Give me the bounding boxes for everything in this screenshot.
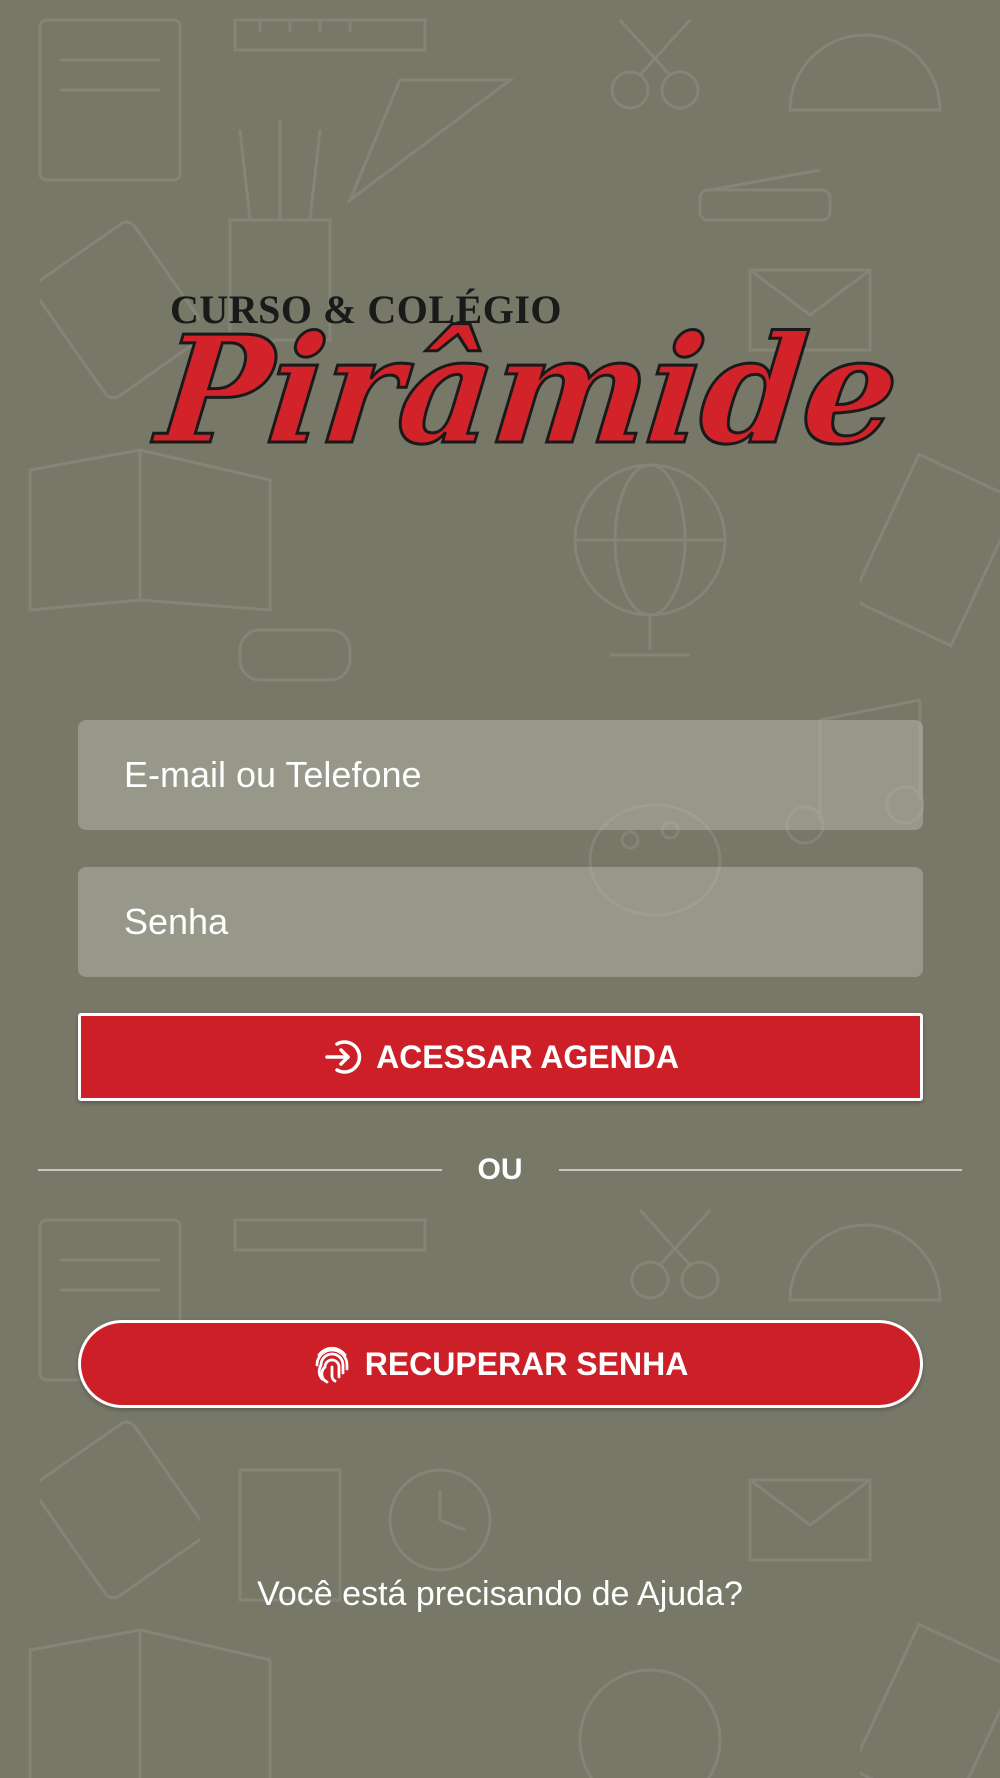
fingerprint-icon [313, 1343, 351, 1385]
login-arrow-icon [322, 1037, 362, 1077]
logo-main-text: Pirâmide [149, 302, 906, 479]
access-agenda-button[interactable]: ACESSAR AGENDA [78, 1013, 923, 1101]
divider-line-left [38, 1169, 442, 1171]
email-or-phone-field[interactable] [78, 720, 923, 830]
access-agenda-label: ACESSAR AGENDA [376, 1038, 679, 1075]
password-field[interactable] [78, 867, 923, 977]
recover-password-button[interactable]: RECUPERAR SENHA [78, 1320, 923, 1408]
email-or-phone-input[interactable] [122, 753, 923, 797]
divider-label: OU [477, 1153, 523, 1186]
help-link[interactable]: Você está precisando de Ajuda? [0, 1575, 1000, 1614]
password-input[interactable] [122, 900, 923, 944]
school-logo: CURSO & COLÉGIO Pirâmide [149, 280, 906, 500]
recover-password-label: RECUPERAR SENHA [364, 1345, 689, 1382]
or-divider: OU [38, 1150, 962, 1190]
divider-line-right [558, 1169, 962, 1171]
